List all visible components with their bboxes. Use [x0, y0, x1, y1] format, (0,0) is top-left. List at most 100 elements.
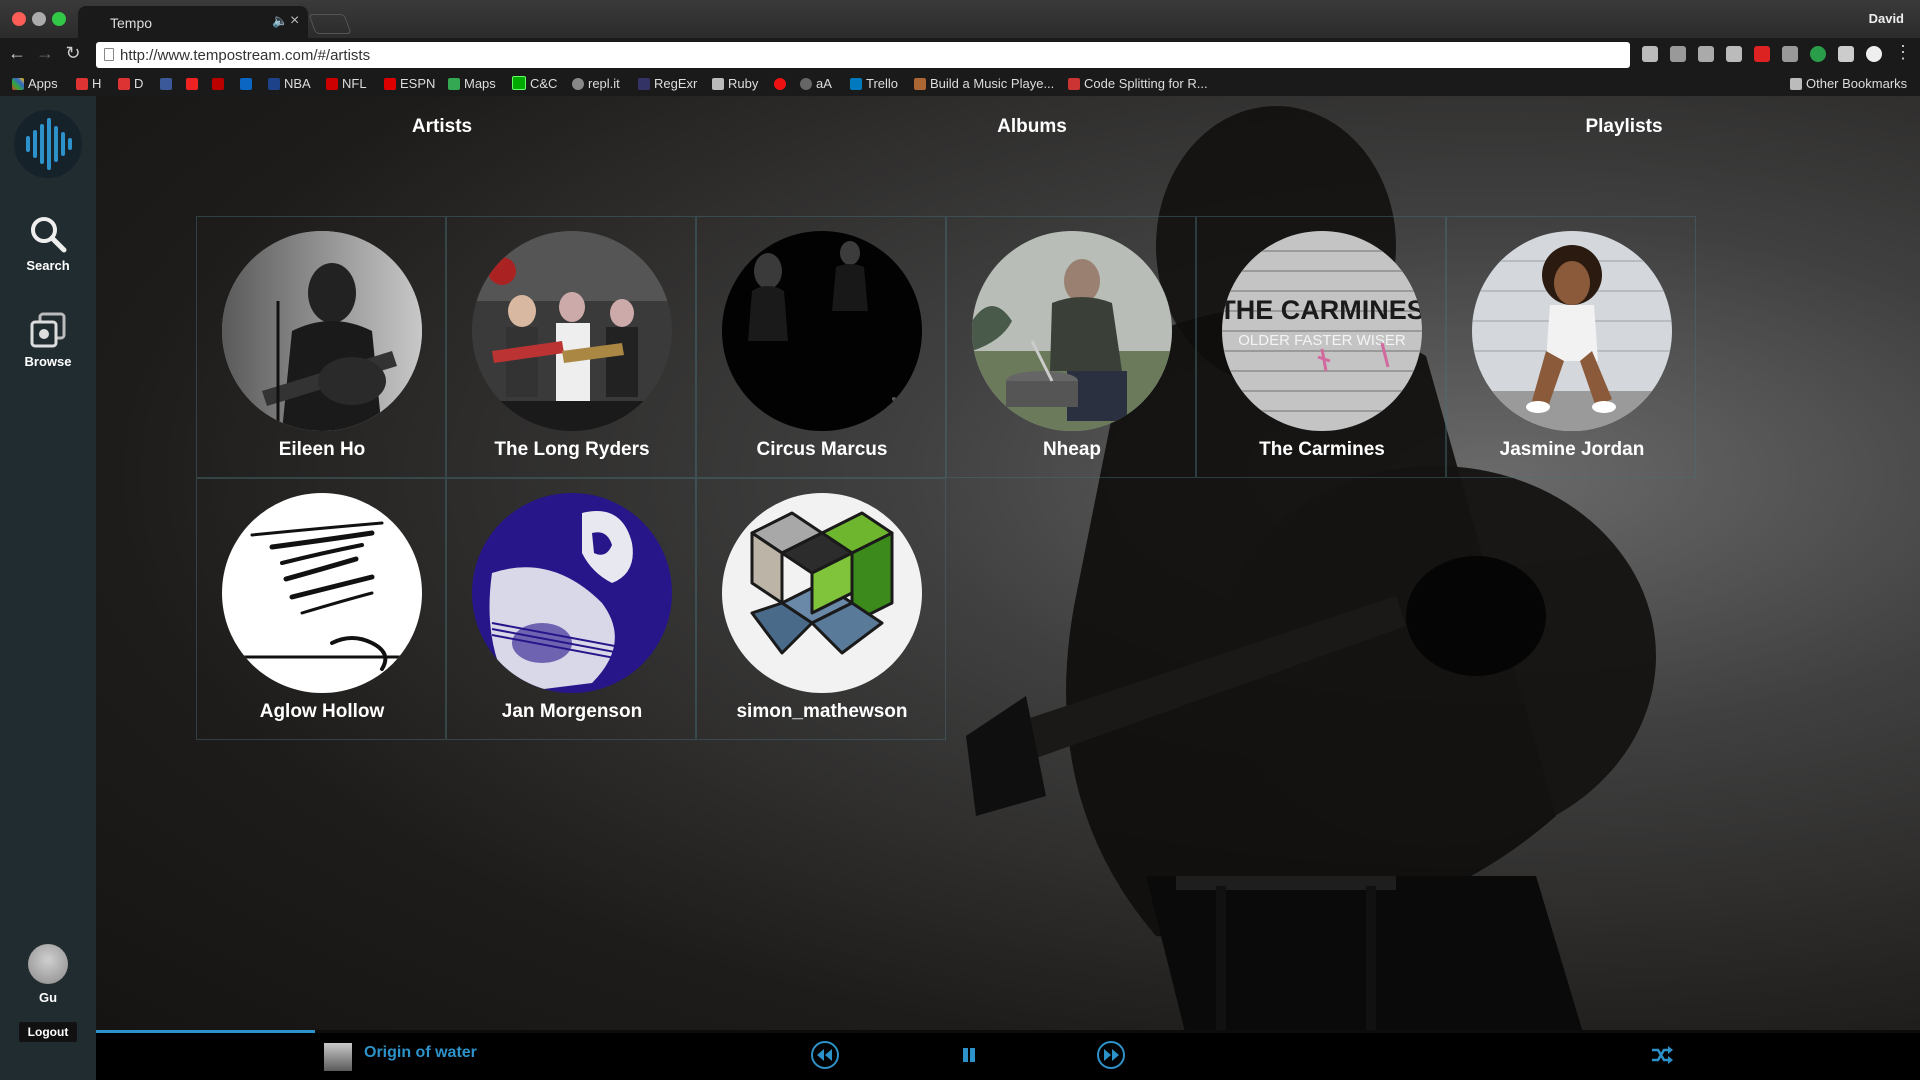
artist-card[interactable]: Jan Morgenson	[446, 478, 696, 740]
minimize-window-button[interactable]	[32, 12, 46, 26]
pause-icon	[963, 1048, 975, 1062]
reload-icon[interactable]: ↻	[62, 43, 84, 64]
bookmark-replit[interactable]: repl.it	[572, 76, 620, 91]
extension-icon[interactable]	[1642, 46, 1658, 62]
bookmark-music-player[interactable]: Build a Music Playe...	[914, 76, 1054, 91]
logout-button[interactable]: Logout	[19, 1022, 77, 1042]
artist-card[interactable]: Nheap	[946, 216, 1196, 478]
tab-title: Tempo	[110, 15, 153, 31]
terminal-icon	[512, 76, 526, 90]
app-academy-icon[interactable]	[774, 76, 790, 91]
artist-image: THE CARMINES OLDER FASTER WISER	[1222, 231, 1422, 431]
bookmark-apps[interactable]: Apps	[12, 76, 58, 91]
bookmark-regexr[interactable]: RegExr	[638, 76, 697, 91]
trello-icon	[850, 78, 862, 90]
url-text: http://www.tempostream.com/#/artists	[120, 47, 371, 64]
tab-playlists[interactable]: Playlists	[1524, 116, 1724, 138]
bookmark-trello[interactable]: Trello	[850, 76, 898, 91]
extension-icon[interactable]	[1726, 46, 1742, 62]
shuffle-button[interactable]	[1646, 1040, 1676, 1070]
close-tab-icon[interactable]: ×	[290, 12, 299, 30]
forward-icon[interactable]: →	[34, 43, 56, 64]
progress-bar[interactable]	[96, 1030, 1920, 1033]
artist-card[interactable]: Eileen Ho	[196, 216, 446, 478]
menu-icon[interactable]: ⋮	[1892, 42, 1914, 63]
artist-card[interactable]: simon_mathewson	[696, 478, 946, 740]
bookmark-aa[interactable]: aA	[800, 76, 832, 91]
tab-artists[interactable]: Artists	[342, 116, 542, 138]
next-track-button[interactable]	[1096, 1040, 1126, 1070]
browse-nav[interactable]: Browse	[0, 310, 96, 369]
pause-button[interactable]	[954, 1040, 984, 1070]
bookmark-nba[interactable]: NBA	[268, 76, 311, 91]
artist-card[interactable]: Circus Marcus	[696, 216, 946, 478]
maximize-window-button[interactable]	[52, 12, 66, 26]
page-info-icon[interactable]	[104, 48, 114, 61]
extension-icon[interactable]	[1838, 46, 1854, 62]
bookmark-ruby[interactable]: Ruby	[712, 76, 758, 91]
tab-albums[interactable]: Albums	[932, 116, 1132, 138]
album-art-title: THE CARMINES	[1222, 295, 1422, 325]
profile-name[interactable]: David	[1869, 11, 1904, 26]
artist-name: The Long Ryders	[494, 439, 650, 460]
facebook-icon[interactable]	[160, 76, 176, 91]
youtube-icon[interactable]	[186, 76, 202, 91]
bookmark-h[interactable]: H	[76, 76, 101, 91]
title-bar: Tempo 🔈 × David	[0, 0, 1920, 38]
artist-card[interactable]: Aglow Hollow	[196, 478, 446, 740]
artist-image	[722, 231, 922, 431]
now-playing-title[interactable]: Origin of water	[364, 1044, 477, 1062]
tempo-logo-icon[interactable]	[14, 110, 82, 178]
bookmark-nfl[interactable]: NFL	[326, 76, 367, 91]
artist-name: The Carmines	[1259, 439, 1385, 460]
extension-icon[interactable]	[1866, 46, 1882, 62]
replit-icon	[572, 78, 584, 90]
user-avatar[interactable]	[28, 944, 68, 984]
rewind-icon	[811, 1041, 839, 1069]
artist-card[interactable]: Jasmine Jordan	[1446, 216, 1696, 478]
bookmark-code-splitting[interactable]: Code Splitting for R...	[1068, 76, 1208, 91]
search-nav[interactable]: Search	[0, 214, 96, 273]
fast-forward-icon	[1097, 1041, 1125, 1069]
espn-icon	[384, 78, 396, 90]
previous-track-button[interactable]	[810, 1040, 840, 1070]
artist-image	[972, 231, 1172, 431]
extension-icon[interactable]	[1782, 46, 1798, 62]
tempo-app: Search Browse Gu Logout Artists Albums P…	[0, 96, 1920, 1080]
artist-name: Nheap	[1042, 439, 1102, 460]
address-bar[interactable]: http://www.tempostream.com/#/artists	[96, 42, 1630, 68]
artist-card[interactable]: THE CARMINES OLDER FASTER WISER The Carm…	[1196, 216, 1446, 478]
maps-icon	[448, 78, 460, 90]
new-tab-button[interactable]	[308, 14, 352, 34]
regexr-icon	[638, 78, 650, 90]
extension-icon[interactable]	[1670, 46, 1686, 62]
user-name: Gu	[38, 990, 58, 1005]
bookmark-espn[interactable]: ESPN	[384, 76, 435, 91]
browser-tab[interactable]: Tempo 🔈 ×	[78, 6, 308, 38]
artist-card[interactable]: The Long Ryders	[446, 216, 696, 478]
speaker-icon[interactable]: 🔈	[272, 13, 288, 29]
artist-image	[472, 493, 672, 693]
artist-name: Eileen Ho	[278, 439, 366, 460]
bookmark-d[interactable]: D	[118, 76, 143, 91]
now-playing-thumbnail	[324, 1043, 352, 1071]
grammarly-icon[interactable]	[1810, 46, 1826, 62]
browse-label: Browse	[24, 354, 72, 369]
linkedin-icon[interactable]	[240, 76, 256, 91]
progress-fill	[96, 1030, 315, 1033]
bookmark-maps[interactable]: Maps	[448, 76, 496, 91]
other-bookmarks[interactable]: Other Bookmarks	[1790, 76, 1907, 91]
artist-name: Jan Morgenson	[501, 701, 643, 722]
extension-icon[interactable]	[1754, 46, 1770, 62]
artist-image	[222, 231, 422, 431]
close-window-button[interactable]	[12, 12, 26, 26]
nba-icon	[268, 78, 280, 90]
back-icon[interactable]: ←	[6, 43, 28, 64]
bookmark-cc[interactable]: C&C	[512, 76, 557, 91]
folder-icon	[712, 78, 724, 90]
bookmarks-bar: Apps H D NBA NFL ESPN Maps C&C repl.it R…	[0, 72, 1920, 97]
artist-image	[1472, 231, 1672, 431]
extension-icon[interactable]	[1698, 46, 1714, 62]
netflix-icon[interactable]	[212, 76, 228, 91]
shuffle-icon	[1652, 1046, 1673, 1064]
